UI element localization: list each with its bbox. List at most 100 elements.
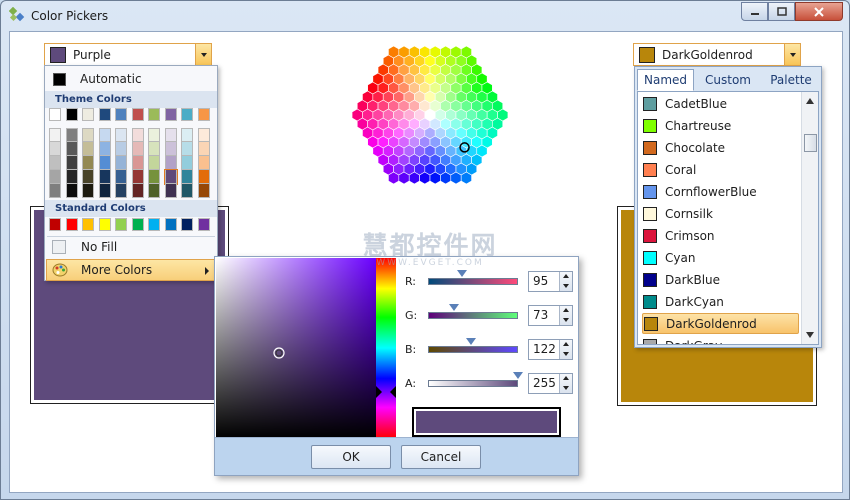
named-color-item[interactable]: DarkGray xyxy=(642,335,799,344)
theme-color-swatch[interactable] xyxy=(181,156,193,170)
theme-color-swatch[interactable] xyxy=(98,128,111,142)
theme-color-swatch[interactable] xyxy=(115,142,127,156)
spin-up-icon[interactable] xyxy=(563,308,569,312)
theme-color-swatch[interactable] xyxy=(115,184,127,198)
named-color-item[interactable]: CadetBlue xyxy=(642,93,799,114)
named-color-item[interactable]: CornflowerBlue xyxy=(642,181,799,202)
tab-palette[interactable]: Palette xyxy=(761,69,821,91)
named-color-item[interactable]: DarkBlue xyxy=(642,269,799,290)
standard-color-swatch[interactable] xyxy=(49,218,61,231)
theme-color-swatch[interactable] xyxy=(131,170,144,184)
standard-color-swatch[interactable] xyxy=(115,218,127,231)
theme-color-swatch[interactable] xyxy=(131,142,144,156)
theme-color-swatch[interactable] xyxy=(115,128,127,142)
theme-color-swatch[interactable] xyxy=(197,184,210,198)
channel-slider-thumb[interactable] xyxy=(456,270,467,277)
scroll-down-icon[interactable] xyxy=(806,332,814,338)
hex-color-cell[interactable] xyxy=(497,108,509,122)
standard-color-swatch[interactable] xyxy=(98,218,111,231)
theme-color-swatch[interactable] xyxy=(82,156,94,170)
list-scrollbar[interactable] xyxy=(801,92,818,344)
theme-color-swatch[interactable] xyxy=(65,184,78,198)
theme-color-swatch[interactable] xyxy=(197,128,210,142)
named-color-item[interactable]: Chocolate xyxy=(642,137,799,158)
standard-color-swatch[interactable] xyxy=(148,218,160,231)
spin-down-icon[interactable] xyxy=(563,284,569,288)
theme-color-swatch[interactable] xyxy=(98,108,111,121)
theme-color-swatch[interactable] xyxy=(148,108,160,121)
theme-color-swatch[interactable] xyxy=(164,156,177,170)
spin-buttons[interactable] xyxy=(559,272,572,291)
theme-color-swatch[interactable] xyxy=(65,170,78,184)
named-color-item[interactable]: Cornsilk xyxy=(642,203,799,224)
theme-color-swatch[interactable] xyxy=(98,142,111,156)
hex-color-wheel[interactable] xyxy=(340,40,520,190)
cancel-button[interactable]: Cancel xyxy=(401,445,481,469)
theme-color-swatch[interactable] xyxy=(115,108,127,121)
more-colors-option[interactable]: More Colors xyxy=(46,259,216,281)
theme-color-swatch[interactable] xyxy=(181,142,193,156)
theme-color-swatch[interactable] xyxy=(164,142,177,156)
theme-color-swatch[interactable] xyxy=(181,128,193,142)
theme-color-swatch[interactable] xyxy=(49,170,61,184)
channel-slider-track[interactable] xyxy=(428,380,518,387)
named-color-item[interactable]: Chartreuse xyxy=(642,115,799,136)
theme-color-swatch[interactable] xyxy=(181,108,193,121)
theme-color-swatch[interactable] xyxy=(131,128,144,142)
channel-value-input[interactable]: 255 xyxy=(528,373,573,394)
theme-color-swatch[interactable] xyxy=(148,128,160,142)
theme-color-swatch[interactable] xyxy=(82,108,94,121)
theme-color-swatch[interactable] xyxy=(148,184,160,198)
color-picker-cursor[interactable] xyxy=(272,346,286,360)
named-color-item[interactable]: Cyan xyxy=(642,247,799,268)
theme-color-swatch[interactable] xyxy=(49,184,61,198)
maximize-button[interactable] xyxy=(768,2,795,21)
theme-colors-grid[interactable] xyxy=(45,108,217,198)
theme-color-swatch[interactable] xyxy=(197,142,210,156)
theme-color-swatch[interactable] xyxy=(131,108,144,121)
automatic-option[interactable]: Automatic xyxy=(45,68,217,90)
standard-color-swatch[interactable] xyxy=(82,218,94,231)
channel-slider-track[interactable] xyxy=(428,278,518,285)
theme-color-swatch[interactable] xyxy=(98,184,111,198)
theme-color-swatch[interactable] xyxy=(49,108,61,121)
channel-value-input[interactable]: 73 xyxy=(528,305,573,326)
channel-slider-thumb[interactable] xyxy=(513,372,523,379)
theme-color-swatch[interactable] xyxy=(148,170,160,184)
theme-color-swatch[interactable] xyxy=(131,184,144,198)
saturation-brightness-area[interactable] xyxy=(216,258,376,438)
spin-down-icon[interactable] xyxy=(563,386,569,390)
theme-color-swatch[interactable] xyxy=(49,128,61,142)
theme-color-swatch[interactable] xyxy=(115,156,127,170)
spin-up-icon[interactable] xyxy=(563,342,569,346)
theme-color-swatch[interactable] xyxy=(49,142,61,156)
theme-color-swatch[interactable] xyxy=(148,142,160,156)
theme-color-swatch[interactable] xyxy=(98,170,111,184)
scroll-thumb[interactable] xyxy=(804,134,817,152)
spin-buttons[interactable] xyxy=(559,340,572,359)
standard-color-swatch[interactable] xyxy=(131,218,144,231)
hue-slider-thumb[interactable] xyxy=(376,386,396,398)
ok-button[interactable]: OK xyxy=(311,445,391,469)
theme-color-swatch[interactable] xyxy=(65,108,78,121)
named-color-item[interactable]: DarkGoldenrod xyxy=(642,313,799,334)
theme-color-swatch[interactable] xyxy=(181,170,193,184)
standard-color-swatch[interactable] xyxy=(197,218,210,231)
channel-slider-track[interactable] xyxy=(428,312,518,319)
spin-down-icon[interactable] xyxy=(563,352,569,356)
minimize-button[interactable] xyxy=(741,2,768,21)
theme-color-swatch[interactable] xyxy=(82,184,94,198)
theme-color-swatch[interactable] xyxy=(197,170,210,184)
standard-color-swatch[interactable] xyxy=(65,218,78,231)
spin-up-icon[interactable] xyxy=(563,376,569,380)
theme-color-swatch[interactable] xyxy=(115,170,127,184)
theme-color-swatch[interactable] xyxy=(65,156,78,170)
theme-color-swatch[interactable] xyxy=(164,108,177,121)
standard-color-swatch[interactable] xyxy=(181,218,193,231)
channel-value-input[interactable]: 122 xyxy=(528,339,573,360)
title-bar[interactable]: Color Pickers xyxy=(1,1,849,31)
spin-buttons[interactable] xyxy=(559,306,572,325)
theme-color-swatch[interactable] xyxy=(65,142,78,156)
left-color-combo[interactable]: Purple xyxy=(44,43,212,66)
spin-up-icon[interactable] xyxy=(563,274,569,278)
